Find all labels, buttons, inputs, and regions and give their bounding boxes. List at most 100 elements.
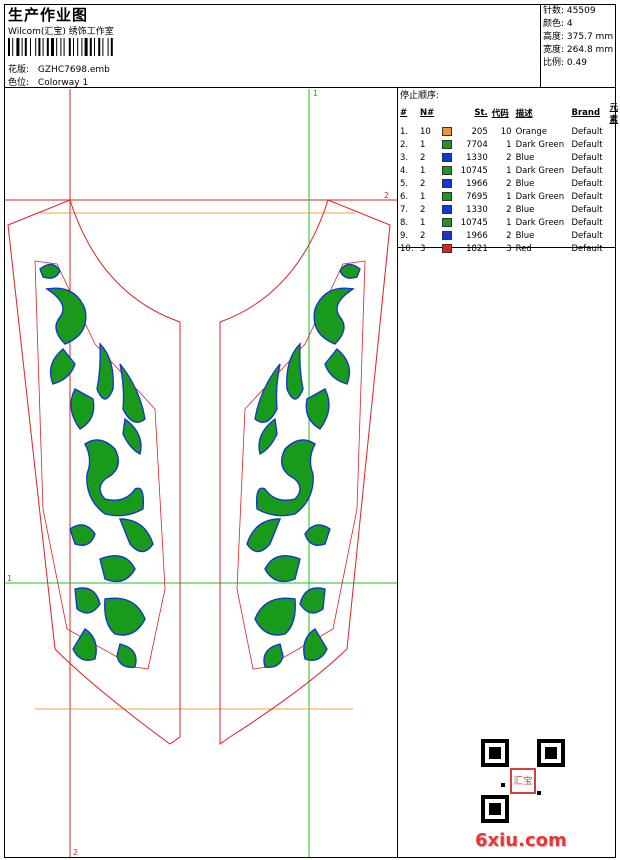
row-swatch xyxy=(440,203,458,216)
row-code: 2 xyxy=(506,230,512,241)
row-swatch xyxy=(440,151,458,164)
header-divider xyxy=(4,87,616,88)
row-element xyxy=(607,242,620,255)
table-row: 6. 1 7695 1 Dark Green Default xyxy=(398,190,620,203)
right-embroidery-motifs xyxy=(246,263,361,668)
row-code: 2 xyxy=(506,178,512,189)
row-brand: Default xyxy=(571,230,603,241)
row-element xyxy=(607,203,620,216)
row-description: Dark Green xyxy=(515,165,565,176)
row-element xyxy=(607,151,620,164)
row-index: 5. xyxy=(400,178,409,189)
row-index: 7. xyxy=(400,204,409,215)
design-file-value: GZHC7698.emb xyxy=(37,65,110,75)
color-swatch xyxy=(441,178,452,188)
row-code: 1 xyxy=(506,191,512,202)
color-swatch xyxy=(441,126,452,136)
stat-stitches: 针数: 45509 xyxy=(543,6,596,16)
colorway-value: Colorway 1 xyxy=(37,78,89,88)
embroidery-design: 1 2 1 2 xyxy=(5,89,397,857)
row-stitches: 205 xyxy=(471,126,488,137)
row-needle: 2 xyxy=(419,178,426,189)
row-stitches: 7704 xyxy=(466,139,488,150)
marker-bottom: 2 xyxy=(73,848,78,857)
row-index: 10. xyxy=(400,243,414,254)
design-file-row: 花版: GZHC7698.emb xyxy=(8,62,110,75)
col-brand: Brand xyxy=(571,108,601,118)
table-row: 7. 2 1330 2 Blue Default xyxy=(398,203,620,216)
row-code: 3 xyxy=(506,243,512,254)
row-code: 1 xyxy=(506,165,512,176)
row-swatch xyxy=(440,242,458,255)
row-code: 1 xyxy=(506,139,512,150)
marker-right: 2 xyxy=(384,191,389,200)
row-element xyxy=(607,138,620,151)
row-stitches: 1330 xyxy=(466,204,488,215)
row-description: Blue xyxy=(515,204,535,215)
col-stitches: St. xyxy=(474,108,488,118)
row-needle: 2 xyxy=(419,204,426,215)
row-code: 1 xyxy=(506,217,512,228)
row-index: 3. xyxy=(400,152,409,163)
color-swatch xyxy=(441,139,452,149)
color-swatch xyxy=(441,165,452,175)
row-needle: 2 xyxy=(419,230,426,241)
page-title: 生产作业图 xyxy=(8,6,89,24)
row-index: 2. xyxy=(400,139,409,150)
row-swatch xyxy=(440,190,458,203)
barcode xyxy=(8,38,113,56)
row-needle: 10 xyxy=(419,126,431,137)
row-index: 4. xyxy=(400,165,409,176)
row-swatch xyxy=(440,125,458,138)
row-brand: Default xyxy=(571,217,603,228)
table-row: 3. 2 1330 2 Blue Default xyxy=(398,151,620,164)
row-index: 9. xyxy=(400,230,409,241)
table-row: 5. 2 1966 2 Blue Default xyxy=(398,177,620,190)
row-swatch xyxy=(440,177,458,190)
table-row: 4. 1 10745 1 Dark Green Default xyxy=(398,164,620,177)
row-element xyxy=(607,125,620,138)
row-code: 2 xyxy=(506,152,512,163)
col-element: 元素 xyxy=(609,103,618,125)
sequence-header-row: # N# St. 代码 描述 Brand 元素 xyxy=(398,101,620,125)
table-row: 1. 10 205 10 Orange Default xyxy=(398,125,620,138)
colorway-label: 色位: xyxy=(8,78,30,88)
row-element xyxy=(607,229,620,242)
row-index: 6. xyxy=(400,191,409,202)
design-file-label: 花版: xyxy=(8,65,30,75)
col-swatch xyxy=(440,101,458,125)
row-code: 2 xyxy=(506,204,512,215)
table-row: 2. 1 7704 1 Dark Green Default xyxy=(398,138,620,151)
row-swatch xyxy=(440,164,458,177)
row-description: Dark Green xyxy=(515,217,565,228)
row-brand: Default xyxy=(571,165,603,176)
row-description: Blue xyxy=(515,230,535,241)
row-index: 8. xyxy=(400,217,409,228)
left-embroidery-motifs xyxy=(39,263,154,668)
row-brand: Default xyxy=(571,178,603,189)
stat-width: 宽度: 264.8 mm xyxy=(543,45,614,55)
row-index: 1. xyxy=(400,126,409,137)
row-description: Blue xyxy=(515,152,535,163)
row-swatch xyxy=(440,229,458,242)
row-description: Red xyxy=(515,243,532,254)
color-swatch xyxy=(441,152,452,162)
row-element xyxy=(607,216,620,229)
stat-height: 高度: 375.7 mm xyxy=(543,32,614,42)
table-row: 9. 2 1966 2 Blue Default xyxy=(398,229,620,242)
marker-left: 1 xyxy=(7,574,12,583)
qr-code: 汇宝 xyxy=(481,739,565,823)
colorway-row: 色位: Colorway 1 xyxy=(8,75,88,88)
color-swatch xyxy=(441,191,452,201)
color-swatch xyxy=(441,217,452,227)
col-description: 描述 xyxy=(515,109,533,119)
row-element xyxy=(607,190,620,203)
table-row: 10. 3 1821 3 Red Default xyxy=(398,242,620,255)
stat-colors: 颜色: 4 xyxy=(543,19,573,29)
row-swatch xyxy=(440,216,458,229)
watermark-logo: 6xiu.com xyxy=(475,830,567,851)
row-needle: 1 xyxy=(419,165,426,176)
row-code: 10 xyxy=(500,126,512,137)
table-row: 8. 1 10745 1 Dark Green Default xyxy=(398,216,620,229)
sequence-table: # N# St. 代码 描述 Brand 元素 1. 10 205 10 Orange D… xyxy=(398,101,620,255)
